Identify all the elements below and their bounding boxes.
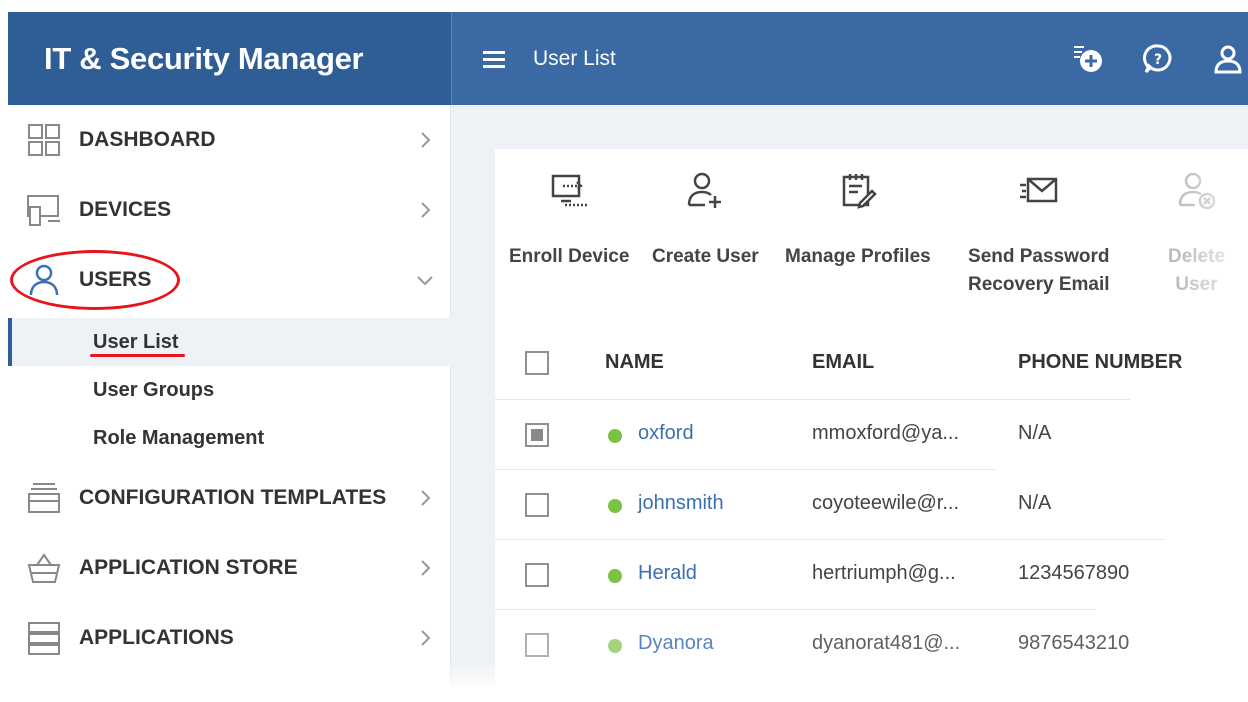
user-icon	[25, 261, 63, 299]
user-email: dyanorat481@...	[812, 632, 961, 654]
user-phone: N/A	[1018, 422, 1052, 444]
chevron-right-icon	[421, 202, 431, 218]
brand-bar: IT & Security Manager	[8, 12, 451, 105]
user-name-link[interactable]: Herald	[638, 562, 697, 585]
row-checkbox[interactable]	[525, 493, 549, 517]
user-list-panel: Enroll Device Create User Manage Profile…	[495, 149, 1248, 688]
sidebar-subitem-label: User List	[93, 330, 179, 353]
sidebar-subitem-role-management[interactable]: Role Management	[8, 414, 451, 462]
column-header-phone[interactable]: PHONE NUMBER	[1018, 351, 1182, 374]
svg-text:?: ?	[1154, 52, 1162, 68]
toolbar-label: Enroll Device	[509, 246, 630, 267]
sidebar-subitem-user-list[interactable]: User List	[8, 318, 451, 366]
sidebar-subitem-label: User Groups	[93, 378, 215, 401]
user-phone: N/A	[1018, 492, 1052, 514]
chevron-down-icon	[417, 276, 433, 286]
sidebar-item-label: DASHBOARD	[79, 128, 216, 151]
chevron-right-icon	[421, 490, 431, 506]
table-row[interactable]: oxford mmoxford@ya... N/A	[495, 399, 1248, 469]
enroll-device-icon	[547, 169, 591, 213]
manage-profiles-icon	[836, 169, 880, 213]
create-user-icon	[683, 169, 727, 213]
sidebar-item-configuration-templates[interactable]: CONFIGURATION TEMPLATES	[8, 463, 451, 533]
toolbar-label: Delete User	[1167, 246, 1226, 295]
status-online-icon	[608, 429, 622, 443]
row-divider	[495, 609, 1095, 610]
chevron-right-icon	[421, 132, 431, 148]
table-row[interactable]: Dyanora dyanorat481@... 9876543210	[495, 609, 1248, 679]
sidebar-subitem-user-groups[interactable]: User Groups	[8, 366, 451, 414]
menu-toggle-icon[interactable]	[483, 50, 505, 68]
user-phone: 1234567890	[1018, 562, 1130, 584]
status-online-icon	[608, 569, 622, 583]
table-row[interactable]: johnsmith coyoteewile@r... N/A	[495, 469, 1248, 539]
status-online-icon	[608, 499, 622, 513]
select-all-checkbox[interactable]	[525, 351, 549, 375]
devices-icon	[25, 191, 63, 229]
row-checkbox[interactable]	[525, 563, 549, 587]
sidebar-item-application-store[interactable]: APPLICATION STORE	[8, 533, 451, 603]
create-user-button[interactable]: Create User	[652, 169, 759, 271]
row-divider	[495, 539, 1165, 540]
sidebar-item-label: DEVICES	[79, 198, 172, 221]
toolbar-label: Create User	[652, 246, 759, 267]
status-online-icon	[608, 639, 622, 653]
sidebar-item-label: APPLICATIONS	[79, 626, 234, 649]
user-phone: 9876543210	[1018, 632, 1130, 654]
sidebar-item-users[interactable]: USERS	[8, 245, 451, 315]
row-checkbox[interactable]	[525, 423, 549, 447]
user-email: hertriumph@g...	[812, 562, 956, 584]
sidebar-subitem-label: Role Management	[93, 426, 265, 449]
email-icon	[1017, 169, 1061, 213]
column-header-email[interactable]: EMAIL	[812, 351, 874, 374]
help-icon[interactable]: ?	[1138, 39, 1178, 79]
table-row[interactable]: Herald hertriumph@g... 1234567890	[495, 539, 1248, 609]
sidebar-item-applications[interactable]: APPLICATIONS	[8, 603, 451, 673]
send-password-recovery-button[interactable]: Send Password Recovery Email	[968, 169, 1110, 299]
table-header: NAME EMAIL PHONE NUMBER	[495, 325, 1248, 385]
add-notification-icon[interactable]	[1068, 39, 1108, 79]
brand-title: IT & Security Manager	[44, 40, 364, 76]
user-name-link[interactable]: Dyanora	[638, 632, 714, 655]
sidebar: DASHBOARD DEVICES USERS User List User G…	[8, 105, 451, 688]
sidebar-item-label: USERS	[79, 268, 152, 291]
sidebar-item-label: CONFIGURATION TEMPLATES	[79, 486, 387, 509]
delete-user-button[interactable]: Delete User	[1145, 169, 1248, 299]
user-name-link[interactable]: oxford	[638, 422, 694, 445]
sidebar-item-label: APPLICATION STORE	[79, 556, 298, 579]
sidebar-item-devices[interactable]: DEVICES	[8, 175, 451, 245]
top-actions: ?	[1038, 12, 1248, 105]
app-window: IT & Security Manager User List ? DASHBO…	[8, 12, 1248, 688]
row-divider	[495, 469, 995, 470]
templates-icon	[25, 479, 63, 517]
user-email: coyoteewile@r...	[812, 492, 960, 514]
toolbar-label: Send Password Recovery Email	[968, 246, 1110, 295]
store-basket-icon	[25, 549, 63, 587]
applications-icon	[25, 619, 63, 657]
chevron-right-icon	[421, 560, 431, 576]
column-header-name[interactable]: NAME	[605, 351, 664, 374]
row-checkbox[interactable]	[525, 633, 549, 657]
enroll-device-button[interactable]: Enroll Device	[509, 169, 629, 271]
toolbar-label: Manage Profiles	[785, 246, 931, 267]
top-bar: User List ?	[451, 12, 1248, 105]
user-name-link[interactable]: johnsmith	[638, 492, 724, 515]
active-underline-annotation	[90, 354, 185, 357]
user-profile-icon[interactable]	[1208, 39, 1248, 79]
manage-profiles-button[interactable]: Manage Profiles	[785, 169, 931, 271]
sidebar-item-dashboard[interactable]: DASHBOARD	[8, 105, 451, 175]
page-title: User List	[533, 46, 616, 70]
dashboard-grid-icon	[25, 121, 63, 159]
chevron-right-icon	[421, 630, 431, 646]
user-email: mmoxford@ya...	[812, 422, 960, 444]
row-divider	[495, 399, 1130, 400]
delete-user-icon	[1175, 169, 1219, 213]
